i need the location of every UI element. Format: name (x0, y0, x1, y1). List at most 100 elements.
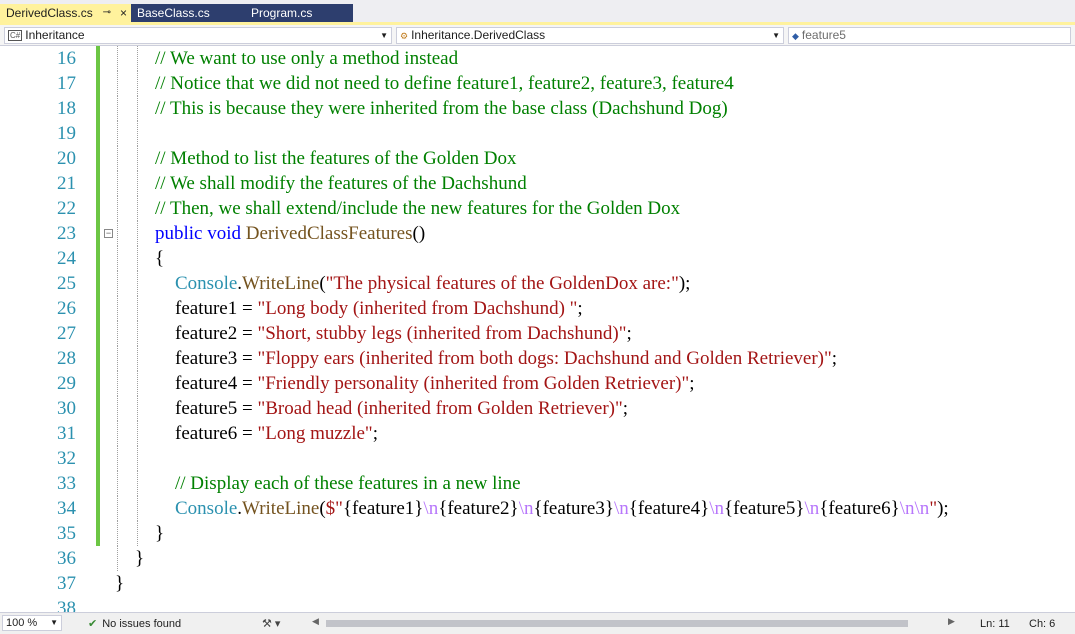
code-line[interactable]: } (115, 571, 124, 596)
code-line[interactable]: // Method to list the features of the Go… (155, 146, 516, 171)
code-token: Console (175, 273, 238, 294)
code-token: } (135, 548, 145, 569)
code-line[interactable]: feature2 = "Short, stubby legs (inherite… (175, 321, 632, 346)
code-line[interactable]: feature5 = "Broad head (inherited from G… (175, 396, 628, 421)
line-number: 19 (57, 123, 76, 144)
indent-guide (137, 71, 138, 96)
indent-guide (117, 146, 118, 171)
indent-guide (117, 96, 118, 121)
indent-guide (117, 546, 118, 571)
code-token: Console (175, 498, 238, 519)
line-number: 31 (57, 423, 76, 444)
indent-guide (137, 496, 138, 521)
document-tab-strip: DerivedClass.cs ⊸ × BaseClass.cs Program… (0, 0, 1075, 25)
line-number: 16 (57, 48, 76, 69)
code-token: "Floppy ears (inherited from both dogs: … (257, 348, 832, 369)
code-cleanup-icon[interactable]: ⚒ ▾ (262, 616, 280, 632)
code-token: } (115, 573, 125, 594)
code-line[interactable]: Console.WriteLine($"{feature1}\n{feature… (175, 496, 949, 521)
code-line[interactable]: feature6 = "Long muzzle"; (175, 421, 378, 446)
indent-guide (137, 146, 138, 171)
zoom-dropdown[interactable]: 100 % ▼ (2, 615, 62, 631)
code-token: // Notice that we did not need to define… (155, 73, 734, 94)
code-token: \n (518, 498, 534, 519)
pin-icon[interactable]: ⊸ (103, 4, 111, 22)
code-token: // Then, we shall extend/include the new… (155, 198, 681, 219)
member-dropdown[interactable]: ◆ feature5 (788, 27, 1071, 44)
code-token: ); (678, 273, 691, 294)
chevron-down-icon: ▼ (772, 31, 780, 40)
indent-guide (137, 221, 138, 246)
code-token: {feature1} (342, 498, 424, 519)
indent-guide (137, 471, 138, 496)
indent-guide (137, 346, 138, 371)
code-line[interactable]: } (155, 521, 164, 546)
project-dropdown[interactable]: C# Inheritance ▼ (4, 27, 392, 44)
code-line[interactable]: // Notice that we did not need to define… (155, 71, 734, 96)
code-token: feature2 = (175, 323, 258, 344)
scroll-right-icon[interactable]: ▶ (948, 616, 955, 627)
indent-guide (117, 496, 118, 521)
code-line[interactable]: feature4 = "Friendly personality (inheri… (175, 371, 695, 396)
navigation-bar: C# Inheritance ▼ ⚙ Inheritance.DerivedClas… (0, 25, 1075, 46)
close-icon[interactable]: × (120, 4, 127, 22)
code-line[interactable]: } (135, 546, 144, 571)
code-token: public (155, 223, 203, 244)
code-editor[interactable]: 16 // We want to use only a method instea… (0, 46, 1075, 612)
line-number: 21 (57, 173, 76, 194)
code-token: // Display each of these features in a n… (175, 473, 521, 494)
code-token: ; (689, 373, 695, 394)
code-line[interactable]: public void DerivedClassFeatures() (155, 221, 425, 246)
indent-guide (117, 121, 118, 146)
code-token: {feature2} (438, 498, 519, 519)
code-line[interactable]: // We want to use only a method instead (155, 46, 458, 71)
indent-guide (117, 71, 118, 96)
code-line[interactable]: feature1 = "Long body (inherited from Da… (175, 296, 583, 321)
indent-guide (137, 271, 138, 296)
indent-guide (117, 296, 118, 321)
indent-guide (137, 171, 138, 196)
code-token: ; (831, 348, 838, 369)
code-line[interactable]: // This is because they were inherited f… (155, 96, 728, 121)
indent-guide (137, 96, 138, 121)
code-token: {feature4} (628, 498, 710, 519)
editor-status-bar: 100 % ▼ ✔ No issues found ⚒ ▾ ◀ ▶ Ln: 11 … (0, 612, 1075, 634)
horizontal-scrollbar[interactable]: ◀ ▶ (312, 616, 955, 628)
line-number: 37 (57, 573, 76, 594)
scrollbar-thumb[interactable] (326, 620, 908, 627)
line-number: 32 (57, 448, 76, 469)
code-token: " (929, 498, 938, 519)
indent-guide (137, 121, 138, 146)
indent-guide (117, 196, 118, 221)
class-dropdown[interactable]: ⚙ Inheritance.DerivedClass ▼ (396, 27, 784, 44)
code-token: feature3 = (175, 348, 258, 369)
indent-guide (137, 246, 138, 271)
tab-derivedclass[interactable]: DerivedClass.cs ⊸ × (0, 4, 131, 22)
code-line[interactable]: Console.WriteLine("The physical features… (175, 271, 690, 296)
tab-program[interactable]: Program.cs (245, 4, 353, 22)
collapse-toggle-icon[interactable]: − (104, 229, 113, 238)
scroll-left-icon[interactable]: ◀ (312, 616, 319, 627)
indent-guide (137, 446, 138, 471)
code-token: ; (577, 298, 583, 319)
code-token: void (207, 223, 242, 244)
code-line[interactable]: feature3 = "Floppy ears (inherited from … (175, 346, 837, 371)
line-number: 26 (57, 298, 76, 319)
issues-label: No issues found (102, 618, 182, 630)
code-token: DerivedClassFeatures (245, 223, 413, 244)
code-line[interactable]: { (155, 246, 164, 271)
tab-label: DerivedClass.cs (6, 6, 93, 20)
code-token: ; (372, 423, 378, 444)
indent-guide (117, 371, 118, 396)
code-token: () (412, 223, 426, 244)
code-line[interactable]: // Then, we shall extend/include the new… (155, 196, 680, 221)
line-number: 18 (57, 98, 76, 119)
code-line[interactable]: // Display each of these features in a n… (175, 471, 521, 496)
indent-guide (117, 471, 118, 496)
code-token: "Broad head (inherited from Golden Retri… (257, 398, 623, 419)
indent-guide (137, 321, 138, 346)
issues-indicator[interactable]: ✔ No issues found (88, 616, 181, 632)
tab-baseclass[interactable]: BaseClass.cs (131, 4, 245, 22)
code-line[interactable]: // We shall modify the features of the D… (155, 171, 527, 196)
indent-guide (117, 421, 118, 446)
